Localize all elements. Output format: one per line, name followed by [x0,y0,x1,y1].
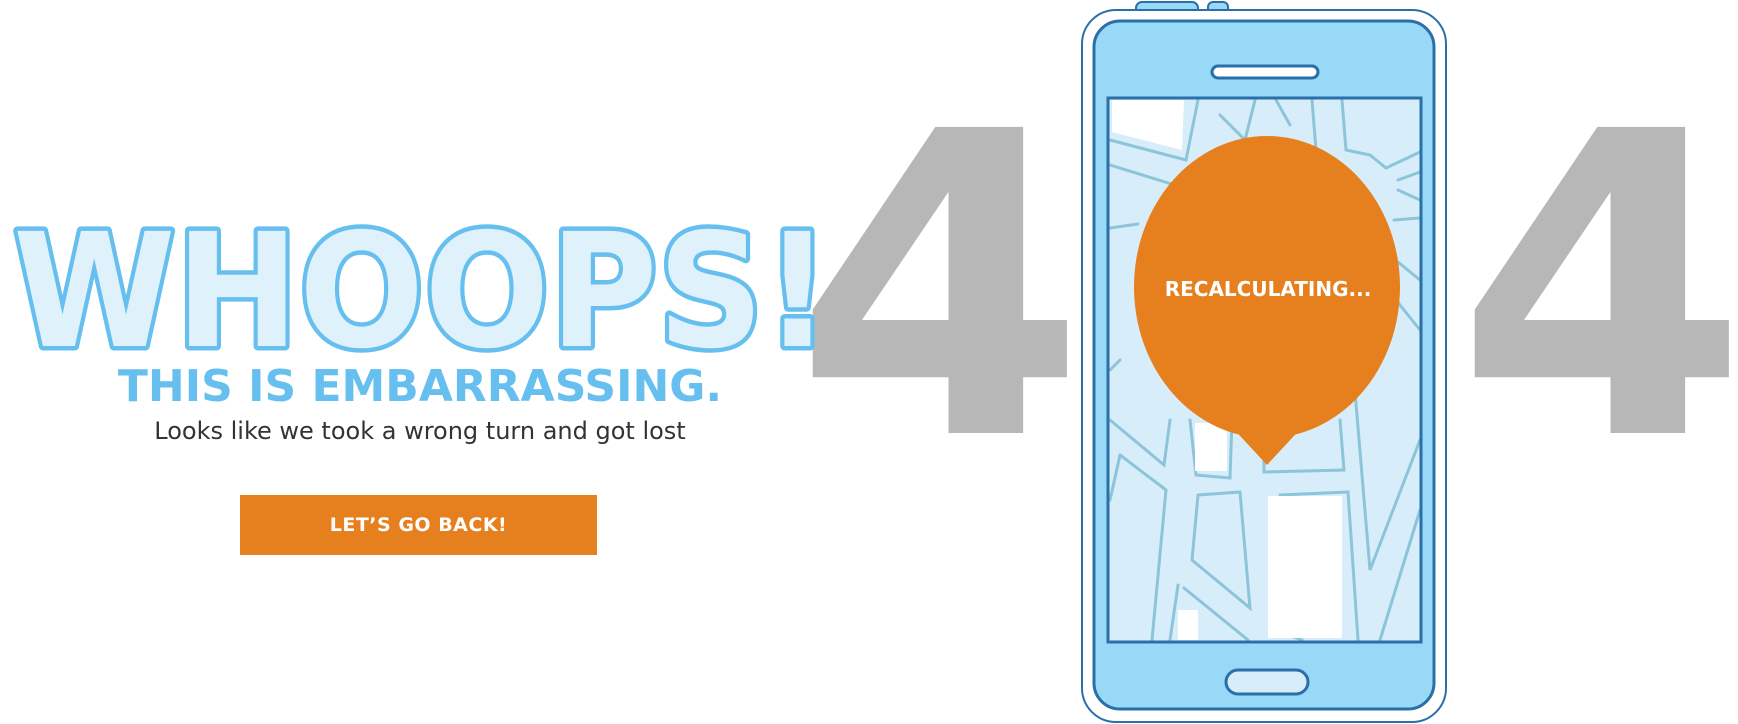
whoops-headline-text: WHOOPS! [13,200,831,374]
error-404-page: 4 4 RECALCULATING... WHOOPS! THIS IS EMB… [0,0,1738,724]
error-digit-right-text: 4 [1456,118,1738,438]
page-tagline: Looks like we took a wrong turn and got … [154,417,686,445]
go-back-button[interactable]: LET’S GO BACK! [240,495,597,555]
error-digit-right: 4 [1452,118,1738,438]
hero-section: WHOOPS! THIS IS EMBARRASSING. Looks like… [0,0,860,724]
page-subtitle: THIS IS EMBARRASSING. [117,361,723,412]
recalculating-label: RECALCULATING... [1164,277,1372,301]
whoops-headline: WHOOPS! [6,196,846,374]
phone-illustration [1080,0,1450,724]
